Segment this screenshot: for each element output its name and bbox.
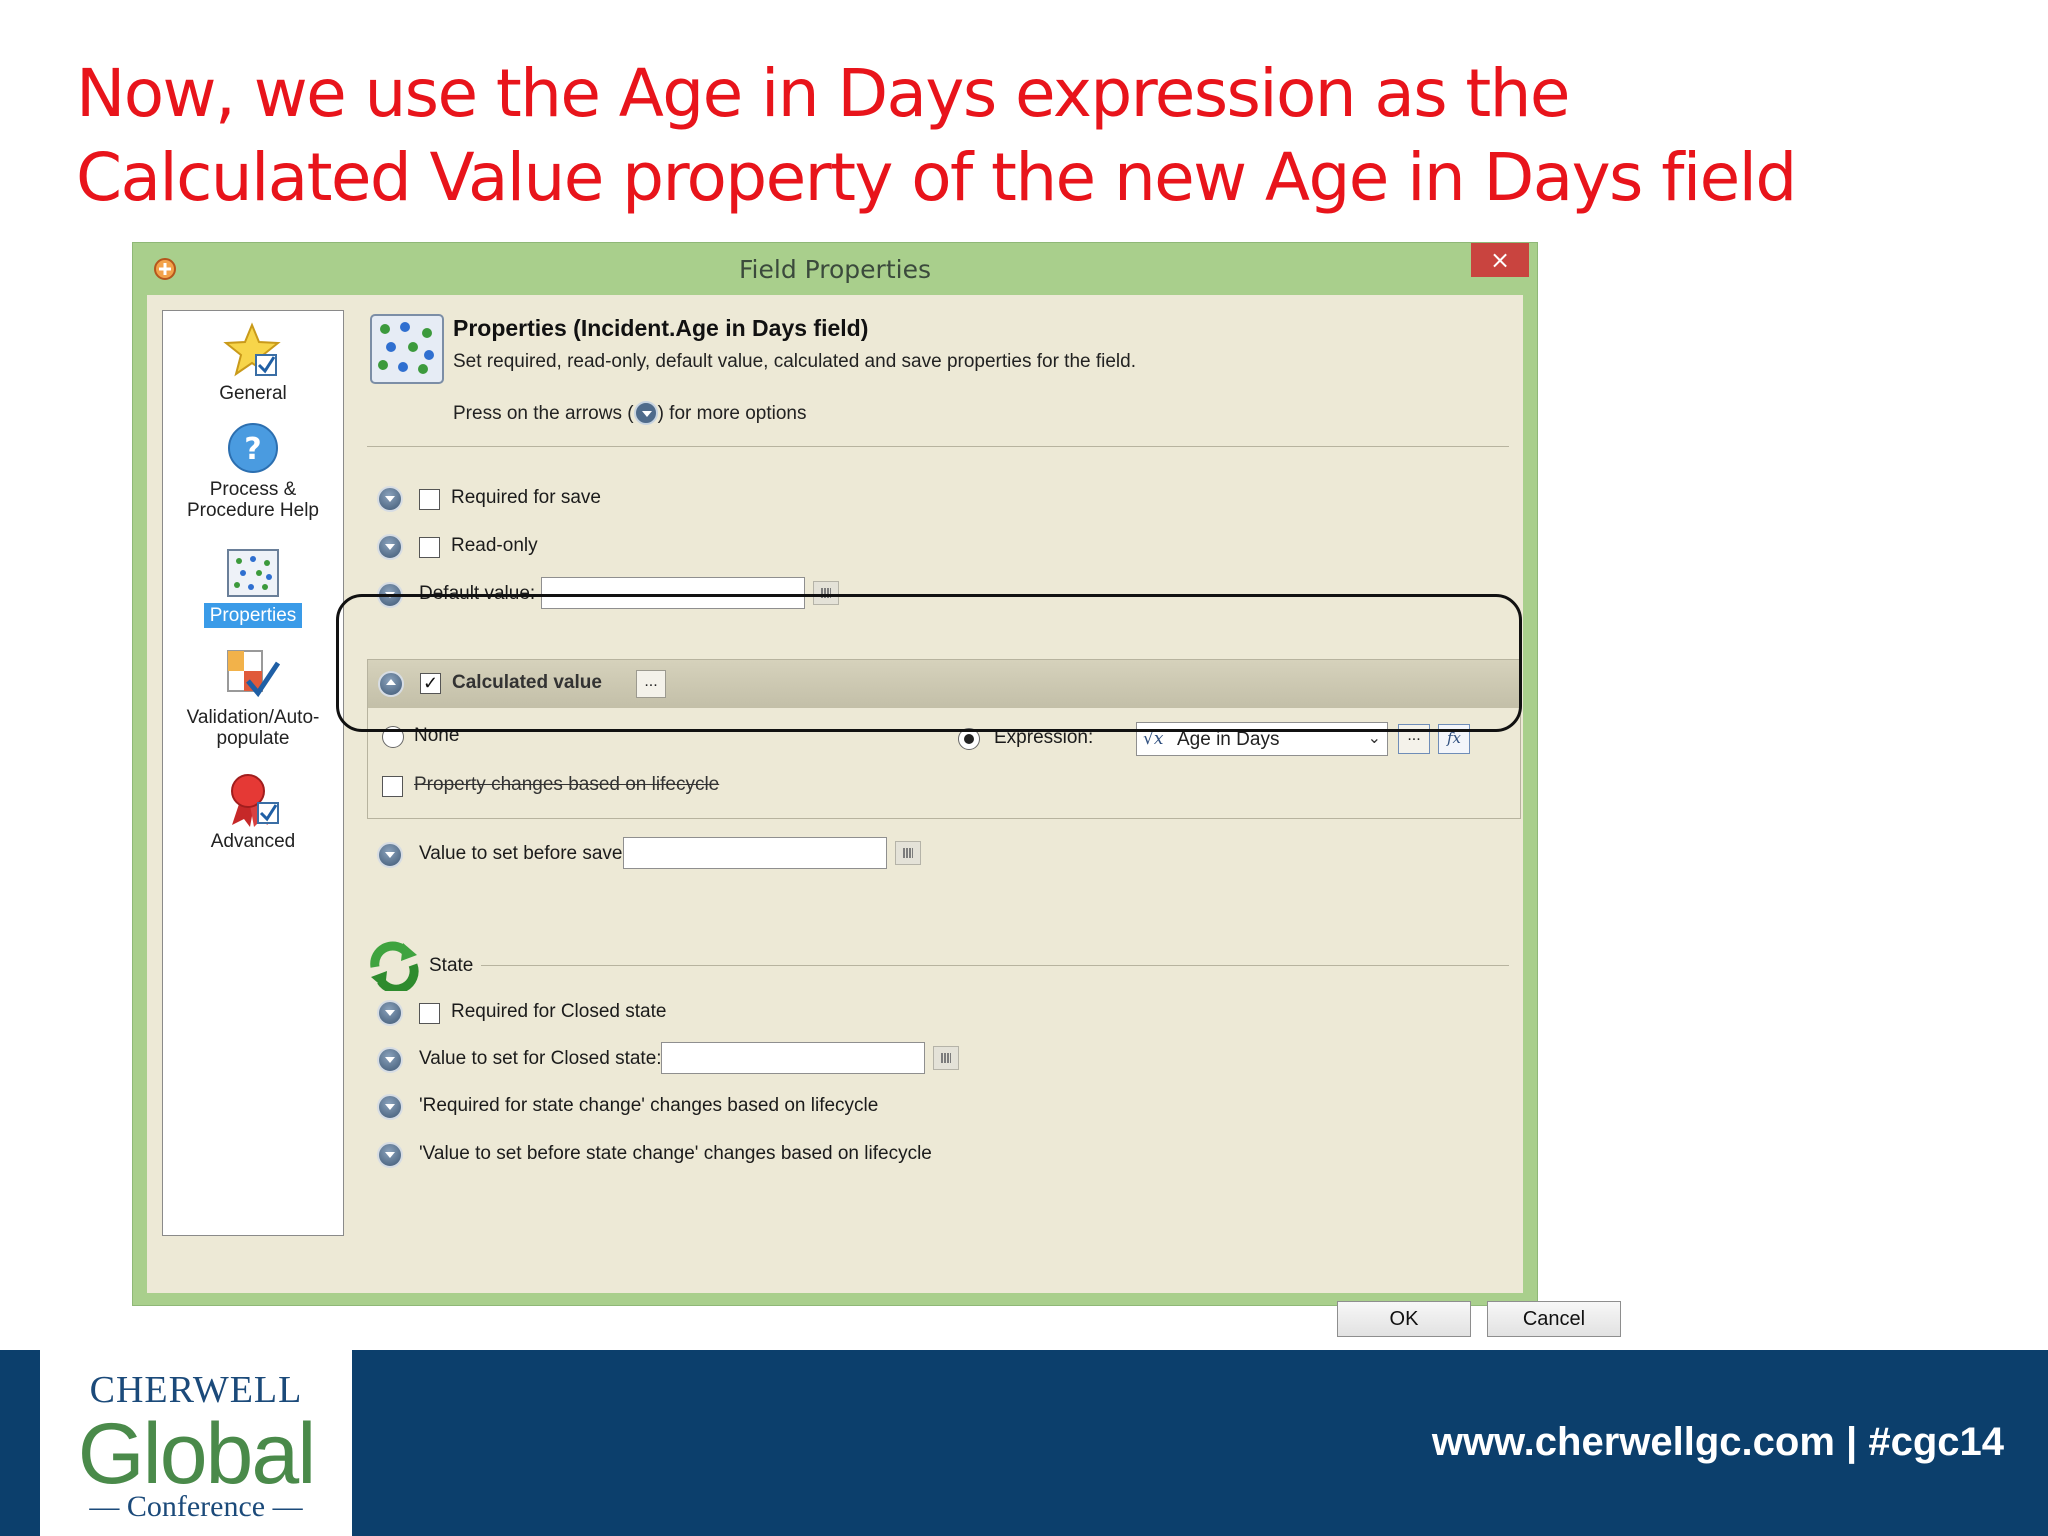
field-properties-dialog: Field Properties × General ? Process & P…: [132, 242, 1621, 1337]
required-closed-checkbox[interactable]: [419, 1003, 440, 1024]
properties-heading: Properties (Incident.Age in Days field): [453, 315, 869, 341]
logo-line-conference: — Conference —: [89, 1490, 303, 1523]
nav-label-advanced: Advanced: [210, 831, 296, 852]
value-closed-label: Value to set for Closed state:: [419, 1048, 662, 1069]
state-divider: [481, 965, 1509, 966]
category-nav: General ? Process & Procedure Help Prope…: [162, 310, 344, 1236]
required-save-expand-icon[interactable]: [377, 486, 403, 512]
required-save-label: Required for save: [451, 487, 601, 508]
nav-label-validation-2: populate: [216, 728, 290, 749]
arrows-hint-suffix: ) for more options: [657, 403, 807, 424]
properties-grid-icon: [227, 549, 279, 597]
value-state-change-label: 'Value to set before state change' chang…: [419, 1143, 932, 1164]
footer-url: www.cherwellgc.com | #cgc14: [1431, 1420, 2004, 1464]
read-only-label: Read-only: [451, 535, 538, 556]
arrows-hint-prefix: Press on the arrows (: [453, 403, 634, 424]
nav-label-process-1: Process &: [209, 479, 297, 500]
nav-item-process-help[interactable]: ? Process & Procedure Help: [163, 421, 343, 521]
required-closed-label: Required for Closed state: [451, 1001, 667, 1022]
value-closed-expand-icon[interactable]: [377, 1047, 403, 1073]
nav-label-general: General: [219, 383, 287, 404]
logo-line-global: Global: [77, 1406, 317, 1502]
value-before-save-field[interactable]: [623, 837, 887, 869]
required-state-change-label: 'Required for state change' changes base…: [419, 1095, 879, 1116]
star-check-icon: [223, 322, 281, 377]
required-state-change-expand-icon[interactable]: [377, 1094, 403, 1120]
nav-item-properties[interactable]: Properties: [163, 547, 343, 628]
header-divider: [367, 446, 1509, 447]
value-closed-picker-icon[interactable]: [933, 1046, 959, 1070]
expand-arrow-icon: [633, 401, 658, 425]
value-before-save-expand-icon[interactable]: [377, 842, 403, 868]
value-before-save-picker-icon[interactable]: [895, 841, 921, 865]
close-button[interactable]: ×: [1471, 243, 1529, 277]
dialog-titlebar: Field Properties ×: [133, 243, 1537, 295]
value-before-save-label: Value to set before save:: [419, 843, 628, 864]
cherwell-global-conference-logo: CHERWELL Global — Conference —: [40, 1350, 352, 1536]
dialog-client-area: General ? Process & Procedure Help Prope…: [147, 295, 1621, 1337]
validation-check-icon: [227, 650, 281, 698]
required-closed-expand-icon[interactable]: [377, 1000, 403, 1026]
nav-label-properties: Properties: [203, 603, 303, 628]
value-closed-field[interactable]: [661, 1042, 925, 1074]
ribbon-award-icon: [231, 774, 279, 827]
cancel-button[interactable]: Cancel: [1487, 1301, 1621, 1337]
slide-title-line-2: Calculated Value property of the new Age…: [76, 139, 1797, 216]
properties-header-icon: [370, 314, 444, 384]
state-section-label: State: [429, 955, 474, 976]
lifecycle-label: Property changes based on lifecycle: [414, 774, 720, 795]
value-state-change-expand-icon[interactable]: [377, 1142, 403, 1168]
slide-title: Now, we use the Age in Days expression a…: [76, 52, 1976, 220]
properties-description: Set required, read-only, default value, …: [453, 351, 1136, 372]
nav-label-validation-1: Validation/Auto-: [186, 707, 320, 728]
help-icon: ?: [228, 423, 278, 473]
nav-item-general[interactable]: General: [163, 321, 343, 404]
dialog-title: Field Properties: [739, 255, 931, 284]
nav-label-process-2: Procedure Help: [186, 500, 320, 521]
slide-title-line-1: Now, we use the Age in Days expression a…: [76, 55, 1571, 132]
ok-button[interactable]: OK: [1337, 1301, 1471, 1337]
read-only-checkbox[interactable]: [419, 537, 440, 558]
read-only-expand-icon[interactable]: [377, 534, 403, 560]
nav-item-advanced[interactable]: Advanced: [163, 771, 343, 852]
svg-text:?: ?: [244, 432, 261, 467]
state-refresh-icon: [370, 941, 419, 991]
arrows-hint: Press on the arrows ( ) for more options: [453, 401, 806, 425]
nav-item-validation[interactable]: Validation/Auto- populate: [163, 647, 343, 749]
calculated-value-highlight-outline: [336, 594, 1522, 732]
properties-panel: Properties (Incident.Age in Days field) …: [357, 295, 1621, 1337]
required-save-checkbox[interactable]: [419, 489, 440, 510]
lifecycle-checkbox[interactable]: [382, 776, 403, 797]
